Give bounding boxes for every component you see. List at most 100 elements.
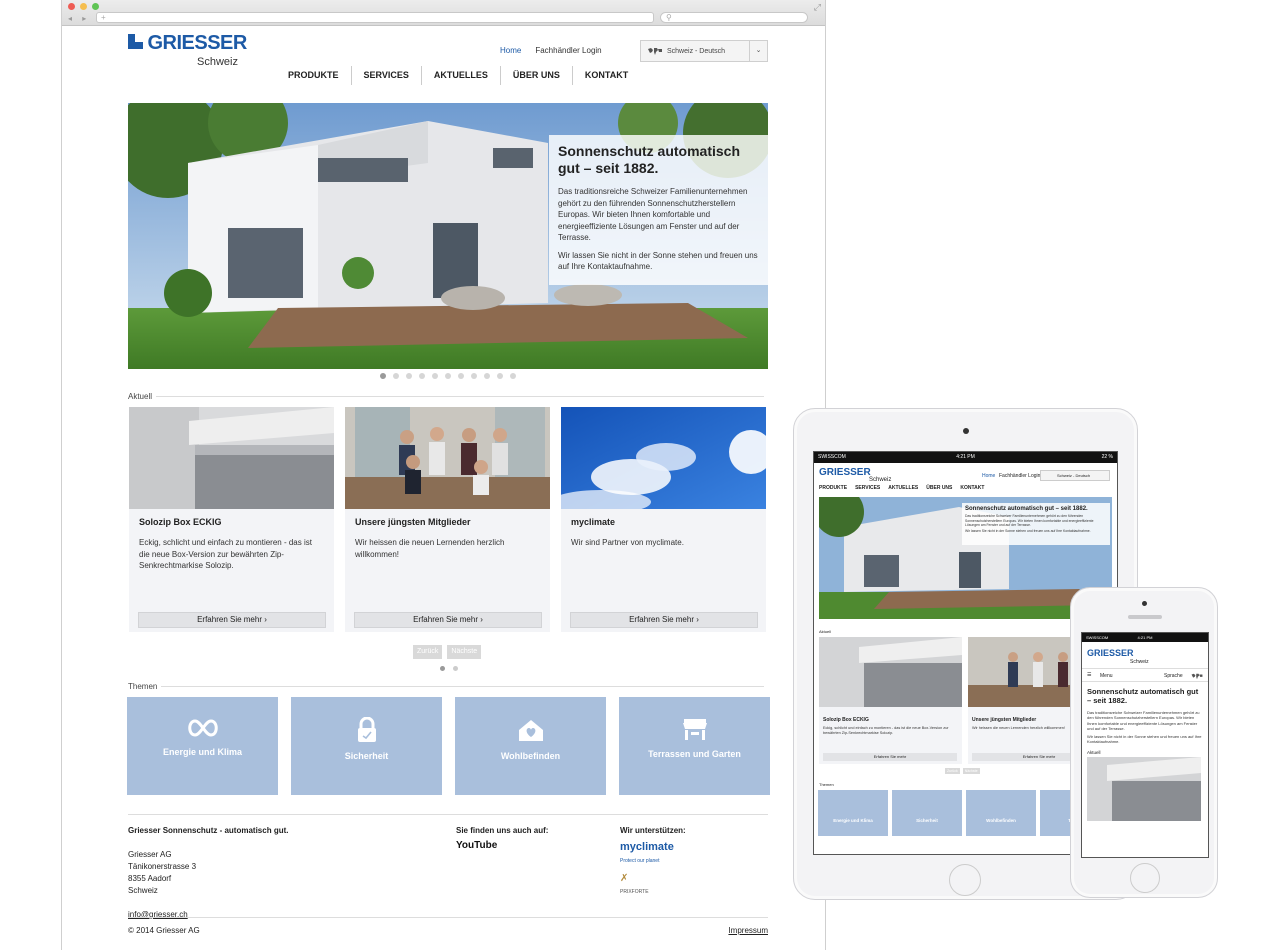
phone-status-bar: SWISSCOM 4:21 PM xyxy=(1082,633,1208,642)
card-title: myclimate xyxy=(571,517,616,527)
learn-more-button[interactable]: Erfahren Sie mehr › xyxy=(138,612,326,628)
slide-dot[interactable] xyxy=(445,373,451,379)
slide-dot[interactable] xyxy=(419,373,425,379)
page-dot[interactable] xyxy=(453,666,458,671)
tablet-tile-label: Wohlbefinden xyxy=(986,818,1016,823)
nav-ueber-uns[interactable]: ÜBER UNS xyxy=(501,66,573,85)
news-card[interactable]: Unsere jüngsten Mitglieder Wir heissen d… xyxy=(345,407,550,632)
address-bar[interactable]: + xyxy=(96,12,654,23)
phone-logo[interactable]: GRIESSER xyxy=(1087,648,1134,658)
company-name: Griesser AG xyxy=(128,850,172,859)
prev-button[interactable]: Zurück xyxy=(413,645,443,659)
myclimate-logo[interactable]: myclimate xyxy=(620,841,674,853)
phone-header: GRIESSER Schweiz xyxy=(1082,642,1208,668)
learn-more-button[interactable]: Erfahren Sie mehr › xyxy=(354,612,542,628)
home-button-icon[interactable] xyxy=(949,864,981,896)
loading-spinner-icon xyxy=(1130,863,1160,893)
fullscreen-icon[interactable]: ⤢ xyxy=(814,2,821,13)
close-window-icon[interactable] xyxy=(68,3,75,10)
slide-dot[interactable] xyxy=(432,373,438,379)
card-title: Solozip Box ECKIG xyxy=(139,517,222,527)
slide-dot[interactable] xyxy=(380,373,386,379)
tile-sicherheit[interactable]: Sicherheit xyxy=(291,697,442,795)
support-heading: Wir unterstützen: xyxy=(620,826,686,835)
page-dot[interactable] xyxy=(440,666,445,671)
street: Tänikonerstrasse 3 xyxy=(128,862,197,871)
language-select[interactable]: Schweiz - Deutsch ⌄ xyxy=(640,40,768,62)
tablet-nav-aktuelles[interactable]: AKTUELLES xyxy=(888,485,918,497)
nav-services[interactable]: SERVICES xyxy=(352,66,422,85)
zoom-window-icon[interactable] xyxy=(92,3,99,10)
youtube-label: YouTube xyxy=(456,840,498,851)
phone-card-image[interactable] xyxy=(1087,756,1201,821)
section-label-themen: Themen xyxy=(128,682,768,691)
tablet-home-link[interactable]: Home xyxy=(982,473,995,479)
next-button[interactable]: Nächste xyxy=(447,645,482,659)
footer-support: Wir unterstützen: myclimate Protect our … xyxy=(620,825,686,898)
news-card[interactable]: myclimate Wir sind Partner von myclimate… xyxy=(561,407,766,632)
nav-aktuelles[interactable]: AKTUELLES xyxy=(422,66,501,85)
hamburger-menu-icon[interactable]: ☰ xyxy=(1087,672,1091,678)
footer-bottom: © 2014 Griesser AG Impressum xyxy=(128,917,768,935)
tablet-language-select[interactable]: Schweiz - Deutsch xyxy=(1040,470,1110,481)
news-card[interactable]: Solozip Box ECKIG Eckig, schlicht und ei… xyxy=(129,407,334,632)
myclimate-label: myclimate xyxy=(620,841,674,853)
phone-menu-bar: ☰ Menu Sprache xyxy=(1082,668,1208,682)
tile-energie-und-klima[interactable]: Energie und Klima xyxy=(127,697,278,795)
tablet-next-button[interactable]: Nächste xyxy=(962,768,980,774)
tile-wohlbefinden[interactable]: Wohlbefinden xyxy=(455,697,606,795)
hero-slider[interactable]: Sonnenschutz automatisch gut – seit 1882… xyxy=(128,103,768,369)
card-text: Wir heissen die neuen Lernenden herzlich… xyxy=(355,538,505,559)
tablet-tile-sicherheit[interactable]: Sicherheit xyxy=(892,790,962,836)
tablet-logo[interactable]: GRIESSER xyxy=(819,467,871,478)
slide-dot[interactable] xyxy=(471,373,477,379)
slide-dot[interactable] xyxy=(393,373,399,379)
slide-dot[interactable] xyxy=(406,373,412,379)
minimize-window-icon[interactable] xyxy=(80,3,87,10)
tablet-header: GRIESSER Schweiz Home Fachhändler Login … xyxy=(814,463,1117,485)
tablet-nav-produkte[interactable]: PRODUKTE xyxy=(819,485,847,497)
nav-produkte[interactable]: PRODUKTE xyxy=(276,66,352,85)
tile-label: Sicherheit xyxy=(344,751,389,761)
chevron-down-icon: ⌄ xyxy=(749,41,767,61)
tile-terrassen-und-garten[interactable]: Terrassen und Garten xyxy=(619,697,770,795)
tablet-nav-ueber-uns[interactable]: ÜBER UNS xyxy=(926,485,952,497)
tablet-prev-button[interactable]: Zurück xyxy=(945,768,960,774)
tablet-card[interactable]: Solozip Box ECKIG Eckig, schlicht und ei… xyxy=(819,637,962,764)
home-link[interactable]: Home xyxy=(500,46,521,55)
nav-kontakt[interactable]: KONTAKT xyxy=(573,66,640,85)
tile-label: Terrassen und Garten xyxy=(648,749,741,759)
tablet-tile-wohlbefinden[interactable]: Wohlbefinden xyxy=(966,790,1036,836)
slide-dot[interactable] xyxy=(484,373,490,379)
tablet-learn-more-button[interactable]: Erfahren Sie mehr xyxy=(823,753,957,761)
phone-logo-text: GRIESSER xyxy=(1087,648,1134,658)
desktop-browser-window: ◂ ▸ + ⚲ ⤢ GRIESSER Schweiz Home Fachhänd… xyxy=(61,0,826,950)
back-forward-icon[interactable]: ◂ ▸ xyxy=(68,14,90,23)
griesser-logo[interactable]: GRIESSER Schweiz xyxy=(128,32,247,68)
phone-clock: 4:21 PM xyxy=(1137,635,1153,640)
section-label-aktuell: Aktuell xyxy=(128,392,768,401)
browser-search-field[interactable]: ⚲ xyxy=(660,12,808,23)
phone-language-label[interactable]: Sprache xyxy=(1164,673,1183,679)
slide-dot[interactable] xyxy=(497,373,503,379)
phone-menu-label[interactable]: Menu xyxy=(1100,673,1113,679)
impressum-link[interactable]: Impressum xyxy=(728,926,768,935)
dealer-login-link[interactable]: Fachhändler Login xyxy=(535,46,601,55)
logo-subtitle: Schweiz xyxy=(197,56,238,68)
clock: 4:21 PM xyxy=(956,454,975,460)
youtube-icon[interactable]: YouTube xyxy=(456,840,497,852)
learn-more-button[interactable]: Erfahren Sie mehr › xyxy=(570,612,758,628)
tablet-tile-energie[interactable]: Energie und Klima xyxy=(818,790,888,836)
chevron-right-icon: › xyxy=(696,615,699,624)
tablet-nav-kontakt[interactable]: KONTAKT xyxy=(960,485,984,497)
chevron-right-icon: › xyxy=(480,615,483,624)
tablet-nav-services[interactable]: SERVICES xyxy=(855,485,880,497)
button-label: Erfahren Sie mehr xyxy=(629,615,694,624)
battery-level: 22 % xyxy=(1101,454,1113,460)
camera-icon xyxy=(1142,601,1147,606)
tablet-hero[interactable]: Sonnenschutz automatisch gut – seit 1882… xyxy=(819,497,1112,619)
tablet-dealer-link[interactable]: Fachhändler Login xyxy=(999,473,1040,479)
social-heading: Sie finden uns auch auf: xyxy=(456,826,549,835)
slide-dot[interactable] xyxy=(458,373,464,379)
slide-dot[interactable] xyxy=(510,373,516,379)
